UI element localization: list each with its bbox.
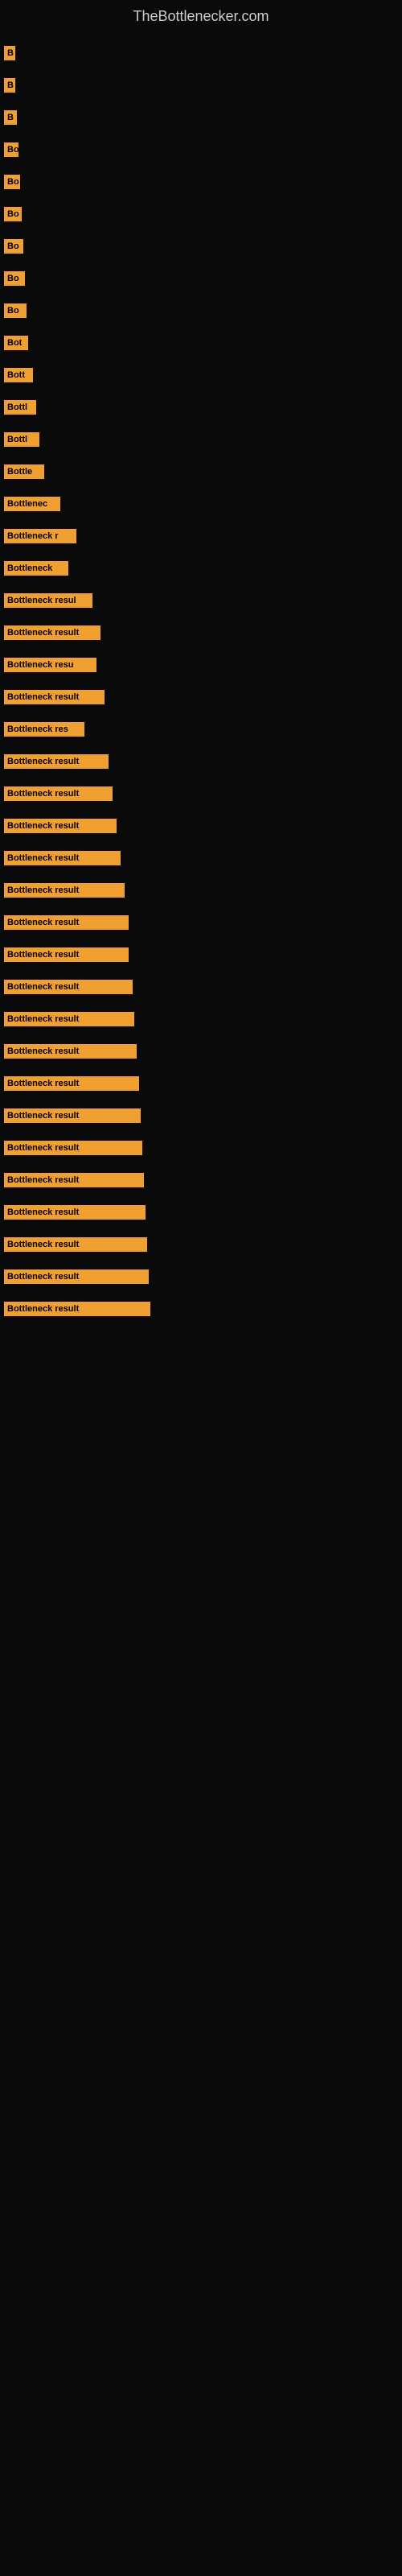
bar-label: Bottleneck resul — [4, 593, 92, 608]
bar-row: B — [0, 101, 402, 134]
bar-label: Bottleneck res — [4, 722, 84, 737]
bar-row: Bottleneck result — [0, 939, 402, 971]
bar-label: Bot — [4, 336, 28, 350]
bar-label: Bottleneck result — [4, 915, 129, 930]
bar-label: Bottleneck result — [4, 883, 125, 898]
bar-label: B — [4, 78, 15, 93]
bar-label: Bottleneck result — [4, 786, 113, 801]
bar-label: Bottl — [4, 432, 39, 447]
bar-row: Bottleneck result — [0, 971, 402, 1003]
bar-label: Bo — [4, 142, 18, 157]
bar-label: B — [4, 110, 17, 125]
bar-row: Bottleneck result — [0, 1035, 402, 1067]
bar-label: Bott — [4, 368, 33, 382]
bar-row: Bottleneck result — [0, 778, 402, 810]
bar-label: Bottleneck result — [4, 690, 105, 704]
bar-row: Bot — [0, 327, 402, 359]
site-title-text: TheBottlenecker.com — [133, 8, 269, 24]
bar-row: Bottleneck res — [0, 713, 402, 745]
bar-label: Bottleneck result — [4, 947, 129, 962]
bar-label: Bottleneck result — [4, 1012, 134, 1026]
bar-row: Bo — [0, 198, 402, 230]
bars-container: B B B Bo Bo Bo Bo Bo Bo Bot Bott Bottl Bottl Bottle Bo… — [0, 29, 402, 1333]
bar-row: Bo — [0, 262, 402, 295]
bar-label: Bottleneck result — [4, 1302, 150, 1316]
bar-row: Bottleneck result — [0, 906, 402, 939]
bar-row: B — [0, 69, 402, 101]
bar-label: Bottleneck result — [4, 1205, 146, 1220]
bar-label: Bottle — [4, 464, 44, 479]
bar-row: Bottleneck result — [0, 617, 402, 649]
bar-row: Bottleneck result — [0, 842, 402, 874]
bar-label: Bottleneck result — [4, 980, 133, 994]
bar-row: Bottleneck result — [0, 745, 402, 778]
bar-label: Bo — [4, 239, 23, 254]
bar-label: Bottleneck result — [4, 851, 121, 865]
bar-row: Bottleneck result — [0, 1261, 402, 1293]
bar-label: Bottl — [4, 400, 36, 415]
bar-label: Bottleneck result — [4, 754, 109, 769]
bar-row: Bottleneck result — [0, 1196, 402, 1228]
bar-row: Bottl — [0, 391, 402, 423]
bar-row: B — [0, 37, 402, 69]
bar-row: Bo — [0, 295, 402, 327]
bar-row: Bottleneck resu — [0, 649, 402, 681]
bar-row: Bottleneck resul — [0, 584, 402, 617]
bar-row: Bott — [0, 359, 402, 391]
bar-row: Bottleneck result — [0, 681, 402, 713]
bar-label: Bottleneck result — [4, 819, 117, 833]
bar-row: Bottleneck result — [0, 1228, 402, 1261]
bar-row: Bottleneck result — [0, 1003, 402, 1035]
bar-label: Bottleneck result — [4, 1108, 141, 1123]
bar-row: Bottleneck result — [0, 1293, 402, 1325]
bar-row: Bottlenec — [0, 488, 402, 520]
bar-row: Bo — [0, 230, 402, 262]
bar-row: Bottleneck result — [0, 1164, 402, 1196]
bar-label: Bo — [4, 303, 27, 318]
bar-row: Bottleneck result — [0, 810, 402, 842]
bar-row: Bottle — [0, 456, 402, 488]
bar-label: Bottleneck result — [4, 1269, 149, 1284]
bar-label: Bo — [4, 175, 20, 189]
bar-label: Bottleneck result — [4, 1044, 137, 1059]
bar-row: Bo — [0, 134, 402, 166]
bar-label: Bottleneck result — [4, 1173, 144, 1187]
bar-label: Bottleneck result — [4, 1141, 142, 1155]
bar-label: Bottleneck result — [4, 625, 100, 640]
bar-row: Bottl — [0, 423, 402, 456]
bar-label: Bottlenec — [4, 497, 60, 511]
bar-label: Bottleneck result — [4, 1076, 139, 1091]
bar-row: Bottleneck result — [0, 874, 402, 906]
bar-row: Bo — [0, 166, 402, 198]
bar-row: Bottleneck result — [0, 1132, 402, 1164]
bar-row: Bottleneck r — [0, 520, 402, 552]
site-title: TheBottlenecker.com — [0, 0, 402, 29]
bar-label: Bottleneck result — [4, 1237, 147, 1252]
bar-row: Bottleneck result — [0, 1067, 402, 1100]
bar-label: Bo — [4, 271, 25, 286]
bar-label: B — [4, 46, 15, 60]
bar-label: Bo — [4, 207, 22, 221]
bar-label: Bottleneck resu — [4, 658, 96, 672]
bar-label: Bottleneck r — [4, 529, 76, 543]
bar-label: Bottleneck — [4, 561, 68, 576]
bar-row: Bottleneck — [0, 552, 402, 584]
bar-row: Bottleneck result — [0, 1100, 402, 1132]
